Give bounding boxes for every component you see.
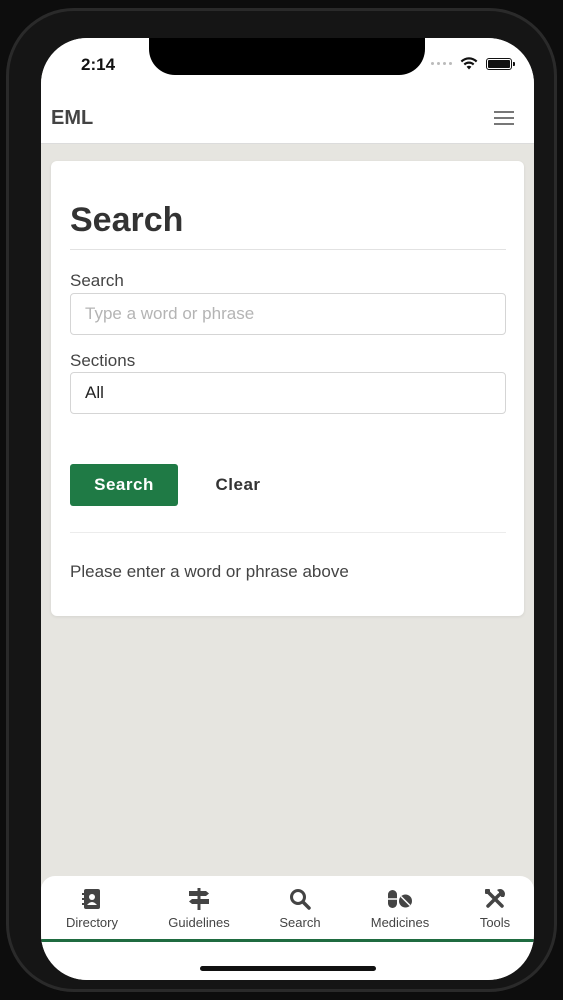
search-card: Search Search Sections All Search Clear … <box>51 161 524 616</box>
status-time: 2:14 <box>81 55 116 74</box>
search-input[interactable] <box>70 293 506 335</box>
tools-icon <box>485 889 505 908</box>
hamburger-menu-icon[interactable] <box>494 111 514 125</box>
page-title: Search <box>70 201 184 239</box>
signal-dots-icon <box>431 62 452 65</box>
tab-label-search: Search <box>279 915 321 930</box>
search-icon <box>290 889 311 910</box>
tab-label-directory: Directory <box>65 915 118 930</box>
tab-medicines[interactable]: Medicines <box>351 888 449 930</box>
status-icons <box>431 57 515 70</box>
search-button[interactable]: Search <box>70 464 178 506</box>
pills-icon <box>388 890 412 908</box>
tab-directory[interactable]: Directory <box>43 888 141 930</box>
home-indicator <box>200 966 376 971</box>
tab-search[interactable]: Search <box>251 888 349 930</box>
wifi-icon <box>460 57 478 70</box>
sections-select[interactable]: All <box>70 372 506 414</box>
sections-label: Sections <box>70 351 136 370</box>
title-divider <box>70 249 506 250</box>
signpost-icon <box>189 888 209 910</box>
clear-button[interactable]: Clear <box>198 464 278 506</box>
result-message: Please enter a word or phrase above <box>70 562 349 581</box>
tab-guidelines[interactable]: Guidelines <box>150 888 248 930</box>
result-divider <box>70 532 506 533</box>
bottom-tab-bar: Directory Guidelines Search Medicines To… <box>41 876 534 980</box>
tab-bar-indicator <box>41 939 534 942</box>
app-title: EML <box>51 107 94 129</box>
tab-label-medicines: Medicines <box>370 915 430 930</box>
tab-label-guidelines: Guidelines <box>168 915 230 930</box>
address-book-icon <box>82 889 100 909</box>
phone-screen: 2:14 EML Search Search Type a word or ph… <box>41 38 534 980</box>
app-header: EML <box>41 96 534 144</box>
tab-tools[interactable]: Tools <box>446 888 534 930</box>
tab-label-tools: Tools <box>479 915 511 930</box>
phone-frame: 2:14 EML Search Search Type a word or ph… <box>6 8 557 992</box>
search-label: Search <box>70 271 124 290</box>
phone-notch <box>149 38 425 75</box>
battery-icon <box>486 57 515 70</box>
